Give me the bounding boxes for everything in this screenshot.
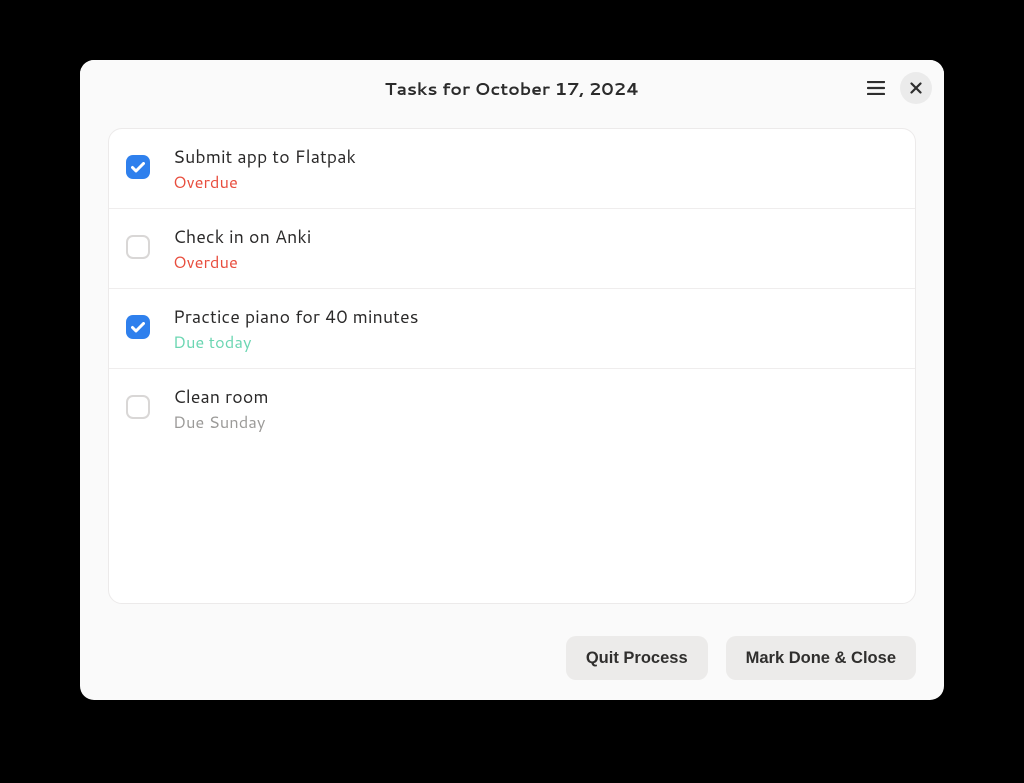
task-title: Practice piano for 40 minutes [173, 303, 419, 329]
task-title: Submit app to Flatpak [173, 143, 356, 169]
titlebar-actions [860, 60, 932, 116]
task-checkbox[interactable] [126, 315, 150, 339]
close-icon [910, 82, 922, 94]
titlebar: Tasks for October 17, 2024 [80, 60, 944, 116]
task-row[interactable]: Submit app to FlatpakOverdue [109, 129, 915, 209]
task-subtitle: Overdue [173, 171, 356, 194]
task-row[interactable]: Practice piano for 40 minutesDue today [109, 289, 915, 369]
checkbox-wrap [125, 383, 151, 419]
task-row[interactable]: Clean roomDue Sunday [109, 369, 915, 448]
task-text: Practice piano for 40 minutesDue today [173, 303, 419, 354]
task-subtitle: Overdue [173, 251, 311, 274]
task-checkbox[interactable] [126, 155, 150, 179]
task-subtitle: Due Sunday [173, 411, 269, 434]
check-icon [131, 316, 145, 339]
hamburger-icon [867, 81, 885, 95]
task-text: Clean roomDue Sunday [173, 383, 269, 434]
window-title: Tasks for October 17, 2024 [385, 76, 639, 101]
footer: Quit Process Mark Done & Close [80, 620, 944, 700]
mark-done-close-button[interactable]: Mark Done & Close [726, 636, 916, 680]
task-title: Clean room [173, 383, 269, 409]
checkbox-wrap [125, 223, 151, 259]
task-list: Submit app to FlatpakOverdueCheck in on … [108, 128, 916, 604]
task-checkbox[interactable] [126, 395, 150, 419]
app-window: Tasks for October 17, 2024 [80, 60, 944, 700]
menu-button[interactable] [860, 72, 892, 104]
quit-process-button[interactable]: Quit Process [566, 636, 708, 680]
task-checkbox[interactable] [126, 235, 150, 259]
task-text: Check in on AnkiOverdue [173, 223, 311, 274]
content-area: Submit app to FlatpakOverdueCheck in on … [80, 116, 944, 620]
close-button[interactable] [900, 72, 932, 104]
check-icon [131, 156, 145, 179]
task-text: Submit app to FlatpakOverdue [173, 143, 356, 194]
task-title: Check in on Anki [173, 223, 311, 249]
checkbox-wrap [125, 303, 151, 339]
task-row[interactable]: Check in on AnkiOverdue [109, 209, 915, 289]
checkbox-wrap [125, 143, 151, 179]
task-subtitle: Due today [173, 331, 419, 354]
